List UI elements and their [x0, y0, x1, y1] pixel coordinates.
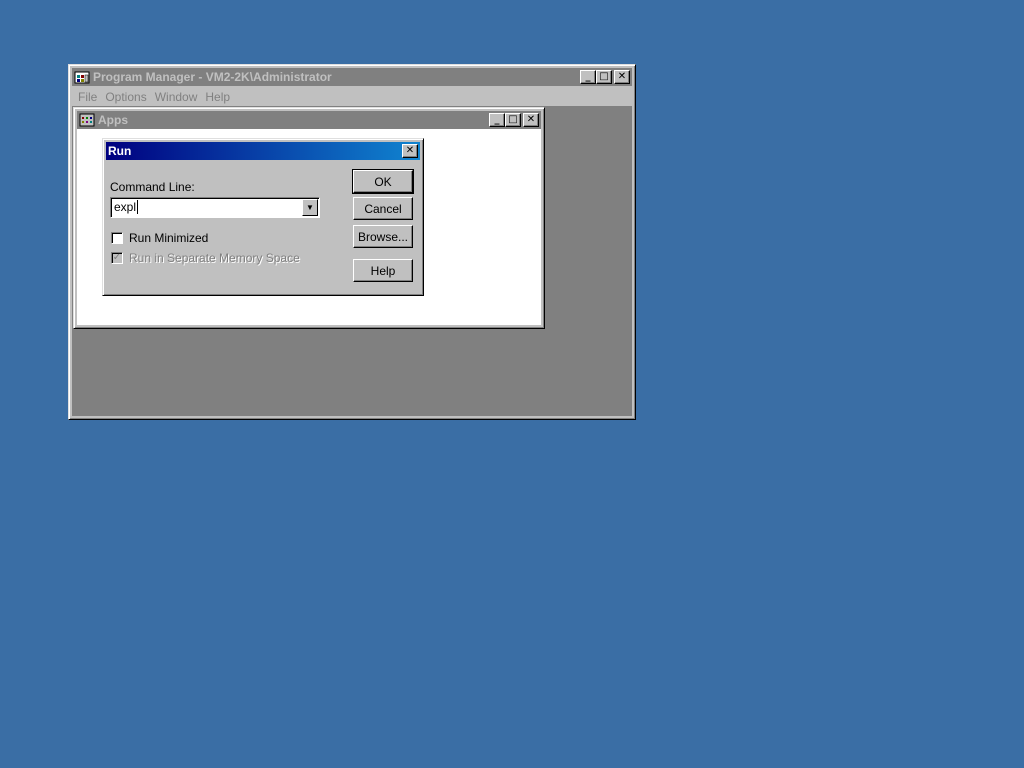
- help-button[interactable]: Help: [353, 259, 413, 282]
- program-manager-title: Program Manager - VM2-2K\Administrator: [93, 70, 332, 84]
- menu-file[interactable]: File: [78, 90, 97, 104]
- menu-bar: File Options Window Help: [72, 87, 632, 106]
- menu-options[interactable]: Options: [105, 90, 146, 104]
- run-dialog-title: Run: [108, 144, 132, 158]
- apps-title: Apps: [98, 113, 128, 127]
- menu-window[interactable]: Window: [155, 90, 198, 104]
- program-manager-titlebar[interactable]: Program Manager - VM2-2K\Administrator _…: [72, 68, 632, 86]
- chevron-down-icon: ▼: [306, 203, 314, 212]
- run-minimized-checkbox[interactable]: [111, 232, 123, 244]
- separate-memory-checkbox[interactable]: ✓: [111, 252, 123, 264]
- run-dialog: Run ✕ Command Line: expl ▼ Run Minimized…: [102, 138, 424, 296]
- apps-close-button[interactable]: ✕: [523, 113, 539, 127]
- apps-maximize-button[interactable]: □: [505, 113, 521, 127]
- command-line-combobox[interactable]: expl ▼: [110, 197, 320, 218]
- command-line-input[interactable]: expl: [114, 200, 139, 214]
- checkmark-icon: ✓: [112, 252, 122, 263]
- program-group-icon: [79, 113, 95, 127]
- command-line-label: Command Line:: [110, 180, 195, 194]
- apps-minimize-button[interactable]: _: [489, 113, 505, 127]
- apps-titlebar[interactable]: Apps _ □ ✕: [77, 111, 541, 129]
- cancel-button[interactable]: Cancel: [353, 197, 413, 220]
- close-button[interactable]: ✕: [614, 70, 630, 84]
- ok-button[interactable]: OK: [352, 169, 414, 194]
- browse-button[interactable]: Browse...: [353, 225, 413, 248]
- program-manager-icon: [74, 71, 90, 84]
- run-dialog-close-button[interactable]: ✕: [402, 144, 418, 158]
- menu-help[interactable]: Help: [205, 90, 230, 104]
- dropdown-button[interactable]: ▼: [302, 199, 318, 216]
- run-minimized-label[interactable]: Run Minimized: [129, 231, 208, 245]
- run-dialog-titlebar[interactable]: Run ✕: [106, 142, 420, 160]
- maximize-button[interactable]: □: [596, 70, 612, 84]
- minimize-button[interactable]: _: [580, 70, 596, 84]
- separate-memory-label: Run in Separate Memory Space: [129, 251, 300, 265]
